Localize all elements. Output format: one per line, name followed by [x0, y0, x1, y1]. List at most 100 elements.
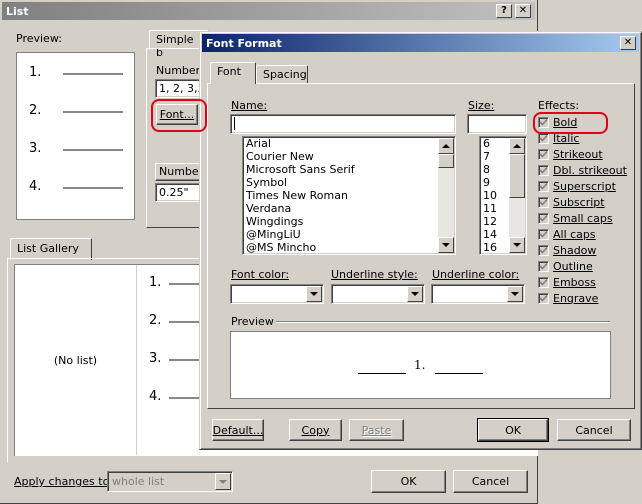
preview-number: 3.: [29, 141, 42, 156]
effect-checkbox-row[interactable]: All caps: [538, 226, 596, 242]
list-dialog-titlebar[interactable]: List: [2, 2, 535, 20]
effect-label: Emboss: [553, 275, 596, 289]
gallery-number: 3.: [149, 351, 162, 366]
name-label: Name:: [231, 99, 268, 112]
font-dialog-title: Font Format: [206, 36, 282, 50]
preview-divider: [276, 321, 610, 323]
scroll-down-icon[interactable]: [509, 237, 525, 253]
list-ok-button[interactable]: OK: [371, 470, 446, 493]
font-color-select[interactable]: [230, 284, 324, 304]
checkbox[interactable]: [538, 164, 549, 176]
default-button[interactable]: Default...: [212, 419, 264, 441]
text-cursor: [234, 117, 235, 130]
font-list-item[interactable]: @MingLiU: [243, 228, 455, 241]
bold-highlight: [533, 112, 608, 134]
size-label: Size:: [468, 99, 495, 112]
help-button[interactable]: ?: [496, 4, 512, 18]
font-list-item[interactable]: Symbol: [243, 176, 455, 189]
font-name-list[interactable]: Arial Courier New Microsoft Sans Serif S…: [242, 136, 456, 255]
gallery-number: 2.: [149, 313, 162, 328]
font-button-highlight: [151, 99, 207, 132]
paste-button[interactable]: Paste: [349, 419, 404, 441]
tab-font[interactable]: Font: [210, 62, 256, 84]
font-list-item[interactable]: Arial: [243, 137, 455, 150]
underline-color-select[interactable]: [431, 284, 525, 304]
effect-checkbox-row[interactable]: Dbl. strikeout: [538, 162, 627, 178]
effect-label: Superscript: [553, 179, 616, 193]
font-close-button[interactable]: ✕: [620, 36, 636, 50]
checkbox[interactable]: [538, 148, 549, 160]
effects-label: Effects:: [538, 99, 580, 112]
font-list-item[interactable]: Verdana: [243, 202, 455, 215]
scroll-up-icon[interactable]: [438, 138, 454, 154]
font-dialog-titlebar[interactable]: Font Format: [202, 34, 639, 52]
underline-color-label: Underline color:: [432, 268, 520, 281]
font-list-item[interactable]: Microsoft Sans Serif: [243, 163, 455, 176]
list-cancel-button[interactable]: Cancel: [453, 470, 528, 493]
chevron-down-icon[interactable]: [507, 286, 523, 302]
effect-checkbox-row[interactable]: Small caps: [538, 210, 613, 226]
preview-line-right: [435, 373, 483, 374]
checkbox[interactable]: [538, 228, 549, 240]
font-ok-button[interactable]: OK: [477, 418, 549, 442]
effect-checkbox-row[interactable]: Strikeout: [538, 146, 603, 162]
preview-number: 4.: [29, 179, 42, 194]
font-list-scrollbar[interactable]: [438, 138, 454, 253]
tab-spacing[interactable]: Spacing: [256, 65, 308, 84]
checkbox[interactable]: [538, 276, 549, 288]
apply-changes-label: Apply changes to:: [14, 475, 114, 488]
scroll-down-icon[interactable]: [438, 237, 454, 253]
scroll-thumb[interactable]: [509, 154, 525, 198]
underline-style-select[interactable]: [331, 284, 425, 304]
checkbox[interactable]: [538, 212, 549, 224]
effect-checkbox-row[interactable]: Shadow: [538, 242, 596, 258]
gallery-number: 1.: [149, 275, 162, 290]
effect-label: Strikeout: [553, 147, 603, 161]
chevron-down-icon: [215, 473, 231, 490]
number-button[interactable]: Number: [155, 163, 205, 181]
preview-number: 1.: [29, 65, 42, 80]
scroll-up-icon[interactable]: [509, 138, 525, 154]
effect-checkbox-row[interactable]: Superscript: [538, 178, 616, 194]
preview-label: Preview:: [16, 32, 62, 45]
apply-changes-select[interactable]: whole list: [107, 471, 233, 492]
scroll-thumb[interactable]: [438, 154, 454, 168]
indent-field[interactable]: 0.25": [155, 183, 205, 202]
effect-label: Dbl. strikeout: [553, 163, 627, 177]
font-list-item[interactable]: Courier New: [243, 150, 455, 163]
chevron-down-icon[interactable]: [306, 286, 322, 302]
copy-button[interactable]: Copy: [289, 419, 342, 441]
size-list-scrollbar[interactable]: [509, 138, 525, 253]
font-color-label: Font color:: [231, 268, 290, 281]
font-size-input[interactable]: [467, 114, 527, 134]
font-list-item[interactable]: Times New Roman: [243, 189, 455, 202]
font-list-item[interactable]: @MS Mincho: [243, 241, 455, 254]
effect-label: All caps: [553, 227, 596, 241]
list-close-button[interactable]: ✕: [515, 4, 531, 18]
underline-style-label: Underline style:: [331, 268, 418, 281]
preview-line-left: [358, 373, 406, 374]
font-preview-box: 1.: [230, 331, 611, 399]
checkbox[interactable]: [538, 260, 549, 272]
effect-checkbox-row[interactable]: Engrave: [538, 290, 598, 306]
checkbox[interactable]: [538, 196, 549, 208]
font-list-item[interactable]: Wingdings: [243, 215, 455, 228]
list-dialog-title: List: [6, 4, 29, 18]
checkbox[interactable]: [538, 180, 549, 192]
checkbox[interactable]: [538, 244, 549, 256]
preview-sample-number: 1.: [414, 358, 426, 372]
gallery-number: 4.: [149, 389, 162, 404]
effect-checkbox-row[interactable]: Emboss: [538, 274, 596, 290]
font-cancel-button[interactable]: Cancel: [557, 419, 631, 441]
gallery-no-list[interactable]: (No list): [15, 265, 137, 455]
tab-list-gallery[interactable]: List Gallery: [10, 238, 92, 260]
checkbox[interactable]: [538, 292, 549, 304]
font-name-input[interactable]: [230, 114, 456, 134]
chevron-down-icon[interactable]: [407, 286, 423, 302]
checkbox[interactable]: [538, 132, 549, 144]
effect-label: Small caps: [553, 211, 613, 225]
effect-label: Outline: [553, 259, 593, 273]
font-size-list[interactable]: 6 7 8 9 10 11 12 14 16: [479, 136, 527, 255]
effect-checkbox-row[interactable]: Subscript: [538, 194, 605, 210]
effect-checkbox-row[interactable]: Outline: [538, 258, 593, 274]
